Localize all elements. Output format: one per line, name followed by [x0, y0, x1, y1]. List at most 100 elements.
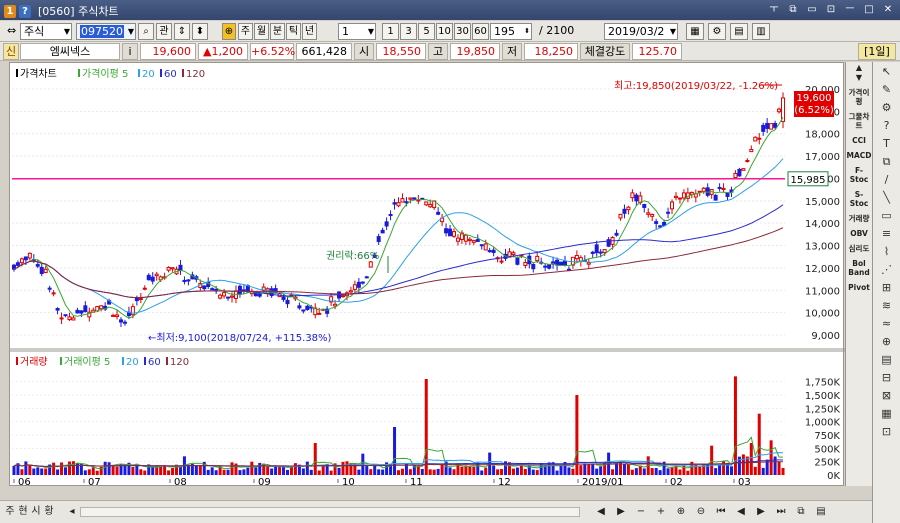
indicator-button[interactable]: CCI — [847, 136, 872, 145]
window-control-1[interactable]: ⧉ — [785, 2, 801, 17]
chart-settings-icon[interactable]: ▦ — [686, 23, 704, 40]
indicator-button[interactable]: S-Stoc — [847, 190, 872, 208]
search-icon[interactable]: ⌕ — [138, 23, 154, 40]
list-icon[interactable]: ▤ — [877, 352, 897, 368]
layout-icon[interactable]: ▦ — [877, 406, 897, 422]
link-icon[interactable]: ⇔ — [4, 23, 16, 40]
quick-period-button[interactable]: 30 — [454, 23, 471, 40]
curve-icon[interactable]: ≈ — [877, 316, 897, 332]
rectangle-icon[interactable]: ▭ — [877, 208, 897, 224]
text-icon[interactable]: T — [877, 136, 897, 152]
period-button[interactable]: 년 — [302, 23, 317, 40]
nav-button[interactable]: ▶ — [612, 504, 630, 520]
copy-icon[interactable]: ⧉ — [877, 154, 897, 170]
scroll-down-icon[interactable]: ▼ — [847, 73, 872, 82]
trend-line-icon[interactable]: ╲ — [877, 190, 897, 206]
export-icon[interactable]: ⊡ — [877, 424, 897, 440]
bottom-tab[interactable]: 현 — [17, 504, 29, 520]
count-input[interactable]: 195 ⬍ — [490, 23, 532, 40]
date-input[interactable]: 2019/03/2 ▼ — [604, 23, 678, 40]
window-title: [0560] 주식차트 — [38, 5, 119, 18]
quick-period-button[interactable]: 1 — [382, 23, 399, 40]
nav-button[interactable]: ⊕ — [672, 504, 690, 520]
nav-button[interactable]: ▶ — [752, 504, 770, 520]
period-button[interactable]: 주 — [238, 23, 253, 40]
window-control-3[interactable]: ⊡ — [823, 2, 839, 17]
nav-button[interactable]: ⊖ — [692, 504, 710, 520]
period-button[interactable]: 월 — [254, 23, 269, 40]
indicator-button[interactable]: 거래량 — [847, 214, 872, 223]
save-icon[interactable]: ▤ — [730, 23, 748, 40]
stock-chart[interactable]: 20,00019,00018,00017,00016,00015,00014,0… — [10, 63, 845, 488]
nav-button[interactable]: ⧉ — [792, 504, 810, 520]
print-icon[interactable]: ▥ — [752, 23, 770, 40]
nav-button[interactable]: ◀ — [732, 504, 750, 520]
settings-icon[interactable]: ⚙ — [877, 100, 897, 116]
chart-area[interactable]: 20,00019,00018,00017,00016,00015,00014,0… — [9, 62, 845, 488]
quick-period-button[interactable]: 60 — [472, 23, 489, 40]
candle-body — [745, 160, 750, 163]
quick-period-button[interactable]: 10 — [436, 23, 453, 40]
box-icon[interactable]: ⊠ — [877, 388, 897, 404]
indicator-button[interactable]: Bol Band — [847, 259, 872, 277]
nav-button[interactable]: ▤ — [812, 504, 830, 520]
indicator-button[interactable]: 심리도 — [847, 244, 872, 253]
day-button[interactable]: ⊕ — [222, 23, 236, 40]
candle-body — [396, 202, 401, 207]
fibonacci-icon[interactable]: ≡ — [877, 226, 897, 242]
quick-period-button[interactable]: 3 — [400, 23, 417, 40]
pen-icon[interactable]: ✎ — [877, 82, 897, 98]
nav-button[interactable]: ⏮ — [712, 504, 730, 520]
bottom-tab[interactable]: 주 — [4, 504, 16, 520]
nav-button[interactable]: ◀ — [592, 504, 610, 520]
line-icon[interactable]: / — [877, 172, 897, 188]
wave-icon[interactable]: ≋ — [877, 298, 897, 314]
info-button[interactable]: i — [122, 43, 138, 60]
grid-icon[interactable]: ⊞ — [877, 280, 897, 296]
channel-icon[interactable]: ⋰ — [877, 262, 897, 278]
quick-period-button[interactable]: 5 — [418, 23, 435, 40]
crosshair-icon[interactable]: ⊕ — [877, 334, 897, 350]
volume-bar — [420, 469, 424, 475]
market-select[interactable]: 주식 ▼ — [20, 23, 72, 40]
pitchfork-icon[interactable]: ⌇ — [877, 244, 897, 260]
volume-bar — [210, 467, 214, 475]
stepper-icon[interactable]: ⬍ — [192, 23, 208, 40]
window-control-4[interactable]: ㅡ — [842, 2, 858, 17]
bottom-tab[interactable]: 시 — [30, 504, 42, 520]
up-down-icon[interactable]: ⇕ — [174, 23, 190, 40]
nav-button[interactable]: ⏭ — [772, 504, 790, 520]
volume-bar — [222, 469, 226, 475]
indicator-button[interactable]: 그물차트 — [847, 112, 872, 130]
window-control-2[interactable]: ▭ — [804, 2, 820, 17]
bottom-tab[interactable]: 황 — [43, 504, 55, 520]
indicator-button[interactable]: OBV — [847, 229, 872, 238]
period-number-input[interactable]: 1 ▼ — [338, 23, 376, 40]
candle-body — [479, 244, 484, 247]
tab-button[interactable]: 관 — [156, 23, 172, 40]
indicator-button[interactable]: F-Stoc — [847, 166, 872, 184]
window-control-5[interactable]: □ — [861, 2, 877, 17]
cursor-icon[interactable]: ↖ — [877, 64, 897, 80]
period-button[interactable]: 틱 — [286, 23, 301, 40]
indicator-button[interactable]: Pivot — [847, 283, 872, 292]
window-control-0[interactable]: ㅜ — [766, 2, 782, 17]
window-control-6[interactable]: ✕ — [880, 2, 896, 17]
candle-body — [230, 295, 235, 298]
zoom-out-icon[interactable]: ⊟ — [877, 370, 897, 386]
gear-icon[interactable]: ⚙ — [708, 23, 726, 40]
scroll-up-icon[interactable]: ▲ — [847, 63, 872, 72]
stock-info-bar: 신 엠씨넥스 i 19,600 ▲1,200 +6.52% 661,428 시 … — [0, 42, 900, 61]
nav-button[interactable]: + — [652, 504, 670, 520]
help-icon[interactable]: ? — [877, 118, 897, 134]
horizontal-scrollbar[interactable] — [80, 507, 580, 517]
nav-button[interactable]: − — [632, 504, 650, 520]
help-icon[interactable]: ? — [19, 4, 31, 18]
scroll-left-icon[interactable]: ◂ — [66, 504, 78, 520]
period-button[interactable]: 분 — [270, 23, 285, 40]
period-badge[interactable]: [1일] — [858, 43, 896, 60]
spinner-icon: ⬍ — [524, 27, 530, 35]
indicator-button[interactable]: MACD — [847, 151, 872, 160]
indicator-button[interactable]: 가격이평 — [847, 88, 872, 106]
code-input[interactable]: 097520 ▼ — [76, 23, 136, 40]
